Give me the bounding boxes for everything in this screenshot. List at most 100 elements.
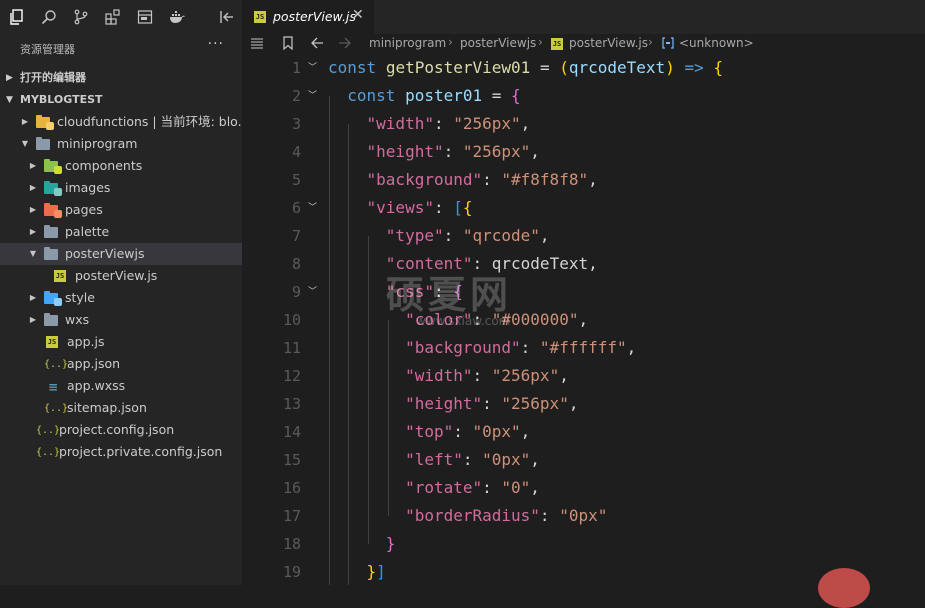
breadcrumb-item-unknown[interactable]: <unknown> bbox=[679, 36, 754, 50]
source-control-icon[interactable] bbox=[73, 9, 89, 25]
tree-item[interactable]: ▼ miniprogram bbox=[0, 133, 242, 155]
chevron-right-icon[interactable]: ▶ bbox=[28, 309, 38, 331]
line-number: 2 bbox=[291, 87, 301, 105]
json-file-icon: {..} bbox=[36, 425, 61, 436]
fold-chevron-icon[interactable]: ﹀ bbox=[308, 54, 317, 82]
folder-open-icon bbox=[44, 247, 60, 261]
tab-posterview-js[interactable]: JS posterView.js ✕ bbox=[242, 0, 374, 34]
chevron-right-icon[interactable]: ▶ bbox=[28, 177, 38, 199]
folder-icon bbox=[44, 291, 62, 306]
breadcrumb-item-posterview-js[interactable]: posterView.js bbox=[569, 36, 648, 50]
explorer-icon[interactable] bbox=[9, 9, 25, 25]
tree-item[interactable]: ▶ components bbox=[0, 155, 242, 177]
bookmark-icon[interactable] bbox=[282, 36, 294, 53]
code-text: "content": qrcodeText, bbox=[385, 254, 598, 273]
line-number: 19 bbox=[282, 563, 301, 581]
tab-bar: JS posterView.js ✕ bbox=[242, 0, 925, 34]
chevron-right-icon[interactable]: ▶ bbox=[28, 155, 38, 177]
extensions-icon[interactable] bbox=[105, 9, 121, 25]
breadcrumb-item-miniprogram[interactable]: miniprogram bbox=[369, 36, 446, 50]
folder-icon bbox=[36, 115, 54, 130]
chevron-right-icon[interactable]: ▶ bbox=[28, 287, 38, 309]
code-text: "width": "256px", bbox=[405, 366, 569, 385]
open-editors-label: 打开的编辑器 bbox=[20, 71, 86, 84]
tree-item-label: wxs bbox=[65, 312, 90, 327]
tree-item[interactable]: ▶ pages bbox=[0, 199, 242, 221]
list-icon[interactable] bbox=[250, 36, 264, 53]
code-line: 13 "height": "256px", bbox=[242, 390, 925, 418]
code-line: 12 "width": "256px", bbox=[242, 362, 925, 390]
tree-item[interactable]: ▶ style bbox=[0, 287, 242, 309]
code-text: "color": "#000000", bbox=[405, 310, 589, 329]
chevron-right-icon[interactable]: ▶ bbox=[28, 221, 38, 243]
tree-item[interactable]: {..} project.private.config.json bbox=[0, 441, 242, 463]
code-text: "css": { bbox=[385, 282, 463, 301]
docker-icon[interactable] bbox=[169, 9, 185, 25]
code-text: "rotate": "0", bbox=[405, 478, 540, 497]
search-icon[interactable] bbox=[41, 9, 57, 25]
tree-item[interactable]: ≡ app.wxss bbox=[0, 375, 242, 397]
chevron-down-icon: ▼ bbox=[6, 95, 13, 105]
tree-item[interactable]: JS posterView.js bbox=[0, 265, 242, 287]
code-line: 18 } bbox=[242, 530, 925, 558]
code-line: 6 ﹀ "views": [{ bbox=[242, 194, 925, 222]
forward-arrow-icon[interactable] bbox=[338, 36, 352, 53]
chevron-right-icon[interactable]: ▶ bbox=[20, 111, 30, 133]
collapse-panel-icon[interactable] bbox=[219, 9, 235, 25]
tree-item-label: images bbox=[65, 180, 111, 195]
code-text: const getPosterView01 = (qrcodeText) => … bbox=[328, 58, 723, 77]
line-number: 11 bbox=[282, 339, 301, 357]
tree-item-label: app.js bbox=[67, 334, 105, 349]
line-number: 10 bbox=[282, 311, 301, 329]
json-file-icon: {..} bbox=[44, 359, 69, 370]
open-editors-section[interactable]: ▶ 打开的编辑器 bbox=[0, 67, 242, 89]
floating-avatar-badge[interactable] bbox=[818, 568, 870, 608]
activity-toolbar bbox=[0, 0, 242, 34]
project-section[interactable]: ▼ MYBLOGTEST bbox=[0, 89, 242, 111]
tree-item[interactable]: JS app.js bbox=[0, 331, 242, 353]
folder-icon bbox=[44, 203, 62, 218]
json-file-icon: {..} bbox=[44, 403, 69, 414]
explorer-title: 资源管理器 bbox=[20, 43, 75, 56]
code-text: "width": "256px", bbox=[366, 114, 531, 133]
chevron-down-icon[interactable]: ▼ bbox=[20, 133, 30, 155]
code-editor[interactable]: 1 ﹀ const getPosterView01 = (qrcodeText)… bbox=[242, 54, 925, 585]
line-number: 15 bbox=[282, 451, 301, 469]
tree-item[interactable]: ▼ posterViewjs bbox=[0, 243, 242, 265]
code-text: "background": "#f8f8f8", bbox=[366, 170, 598, 189]
more-actions-button[interactable]: ··· bbox=[208, 36, 224, 52]
tree-item[interactable]: ▶ wxs bbox=[0, 309, 242, 331]
code-line: 8 "content": qrcodeText, bbox=[242, 250, 925, 278]
line-number: 14 bbox=[282, 423, 301, 441]
js-file-icon: JS bbox=[54, 270, 66, 282]
line-number: 18 bbox=[282, 535, 301, 553]
tree-item-label: style bbox=[65, 290, 95, 305]
tree-item[interactable]: ▶ cloudfunctions | 当前环境: blo... bbox=[0, 111, 242, 133]
code-text: "borderRadius": "0px" bbox=[405, 506, 608, 525]
close-icon[interactable]: ✕ bbox=[352, 7, 364, 23]
code-line: 3 "width": "256px", bbox=[242, 110, 925, 138]
fold-chevron-icon[interactable]: ﹀ bbox=[308, 278, 317, 306]
breadcrumb-item-posterviewjs[interactable]: posterViewjs bbox=[460, 36, 536, 50]
breadcrumb: miniprogram › posterViewjs › JS posterVi… bbox=[242, 34, 925, 54]
code-line: 9 ﹀ "css": { bbox=[242, 278, 925, 306]
code-line: 4 "height": "256px", bbox=[242, 138, 925, 166]
code-line: 2 ﹀ const poster01 = { bbox=[242, 82, 925, 110]
code-line: 10 "color": "#000000", bbox=[242, 306, 925, 334]
fold-chevron-icon[interactable]: ﹀ bbox=[308, 82, 317, 110]
code-text: "top": "0px", bbox=[405, 422, 531, 441]
fold-chevron-icon[interactable]: ﹀ bbox=[308, 194, 317, 222]
tree-item[interactable]: ▶ palette bbox=[0, 221, 242, 243]
chevron-down-icon[interactable]: ▼ bbox=[28, 243, 38, 265]
remote-icon[interactable] bbox=[137, 9, 153, 25]
code-line: 17 "borderRadius": "0px" bbox=[242, 502, 925, 530]
tree-item[interactable]: {..} sitemap.json bbox=[0, 397, 242, 419]
tree-item[interactable]: {..} app.json bbox=[0, 353, 242, 375]
code-line: 15 "left": "0px", bbox=[242, 446, 925, 474]
code-line: 16 "rotate": "0", bbox=[242, 474, 925, 502]
tree-item-label: pages bbox=[65, 202, 103, 217]
back-arrow-icon[interactable] bbox=[310, 36, 324, 53]
tree-item[interactable]: ▶ images bbox=[0, 177, 242, 199]
chevron-right-icon[interactable]: ▶ bbox=[28, 199, 38, 221]
tree-item[interactable]: {..} project.config.json bbox=[0, 419, 242, 441]
